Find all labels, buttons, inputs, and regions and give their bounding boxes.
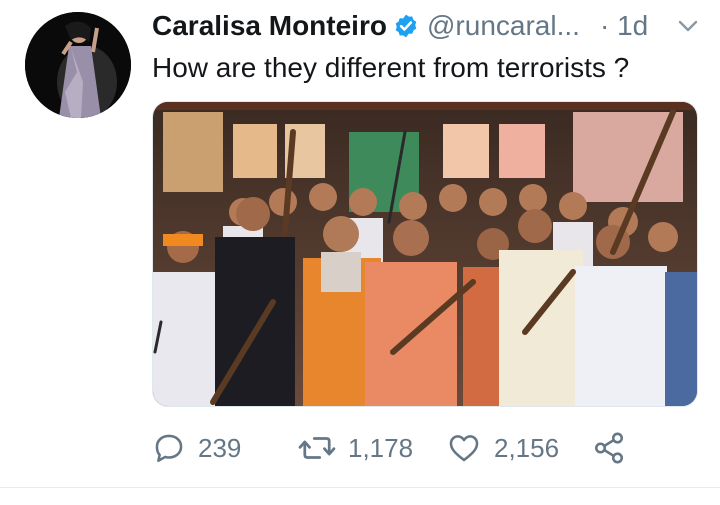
- like-count: 2,156: [494, 432, 560, 463]
- retweet-button[interactable]: 1,178: [298, 428, 413, 468]
- reply-count: 239: [198, 432, 242, 463]
- tweet-media[interactable]: [152, 101, 698, 407]
- tweet-timestamp[interactable]: · 1d: [600, 10, 648, 42]
- heart-icon: [449, 435, 479, 462]
- tweet-actions: 239 1,178 2,156: [152, 428, 652, 468]
- chevron-down-icon[interactable]: [677, 18, 699, 34]
- reply-icon: [155, 434, 183, 463]
- reply-button[interactable]: 239: [152, 428, 241, 468]
- tweet-text: How are they different from terrorists ?: [152, 52, 630, 83]
- share-icon: [594, 432, 624, 464]
- tweet-divider: [0, 487, 720, 488]
- retweet-count: 1,178: [348, 432, 414, 463]
- tweet-header: Caralisa Monteiro @runcaral... · 1d: [152, 4, 707, 44]
- tweet-photo: [153, 102, 697, 406]
- share-button[interactable]: [592, 428, 626, 468]
- author-name[interactable]: Caralisa Monteiro: [152, 10, 387, 42]
- avatar[interactable]: [25, 12, 131, 118]
- retweet-icon: [298, 437, 336, 459]
- author-handle[interactable]: @runcaral...: [427, 10, 580, 42]
- tweet[interactable]: Caralisa Monteiro @runcaral... · 1d How …: [0, 0, 720, 488]
- avatar-image: [25, 12, 131, 118]
- verified-badge-icon: [395, 14, 417, 38]
- like-button[interactable]: 2,156: [446, 428, 559, 468]
